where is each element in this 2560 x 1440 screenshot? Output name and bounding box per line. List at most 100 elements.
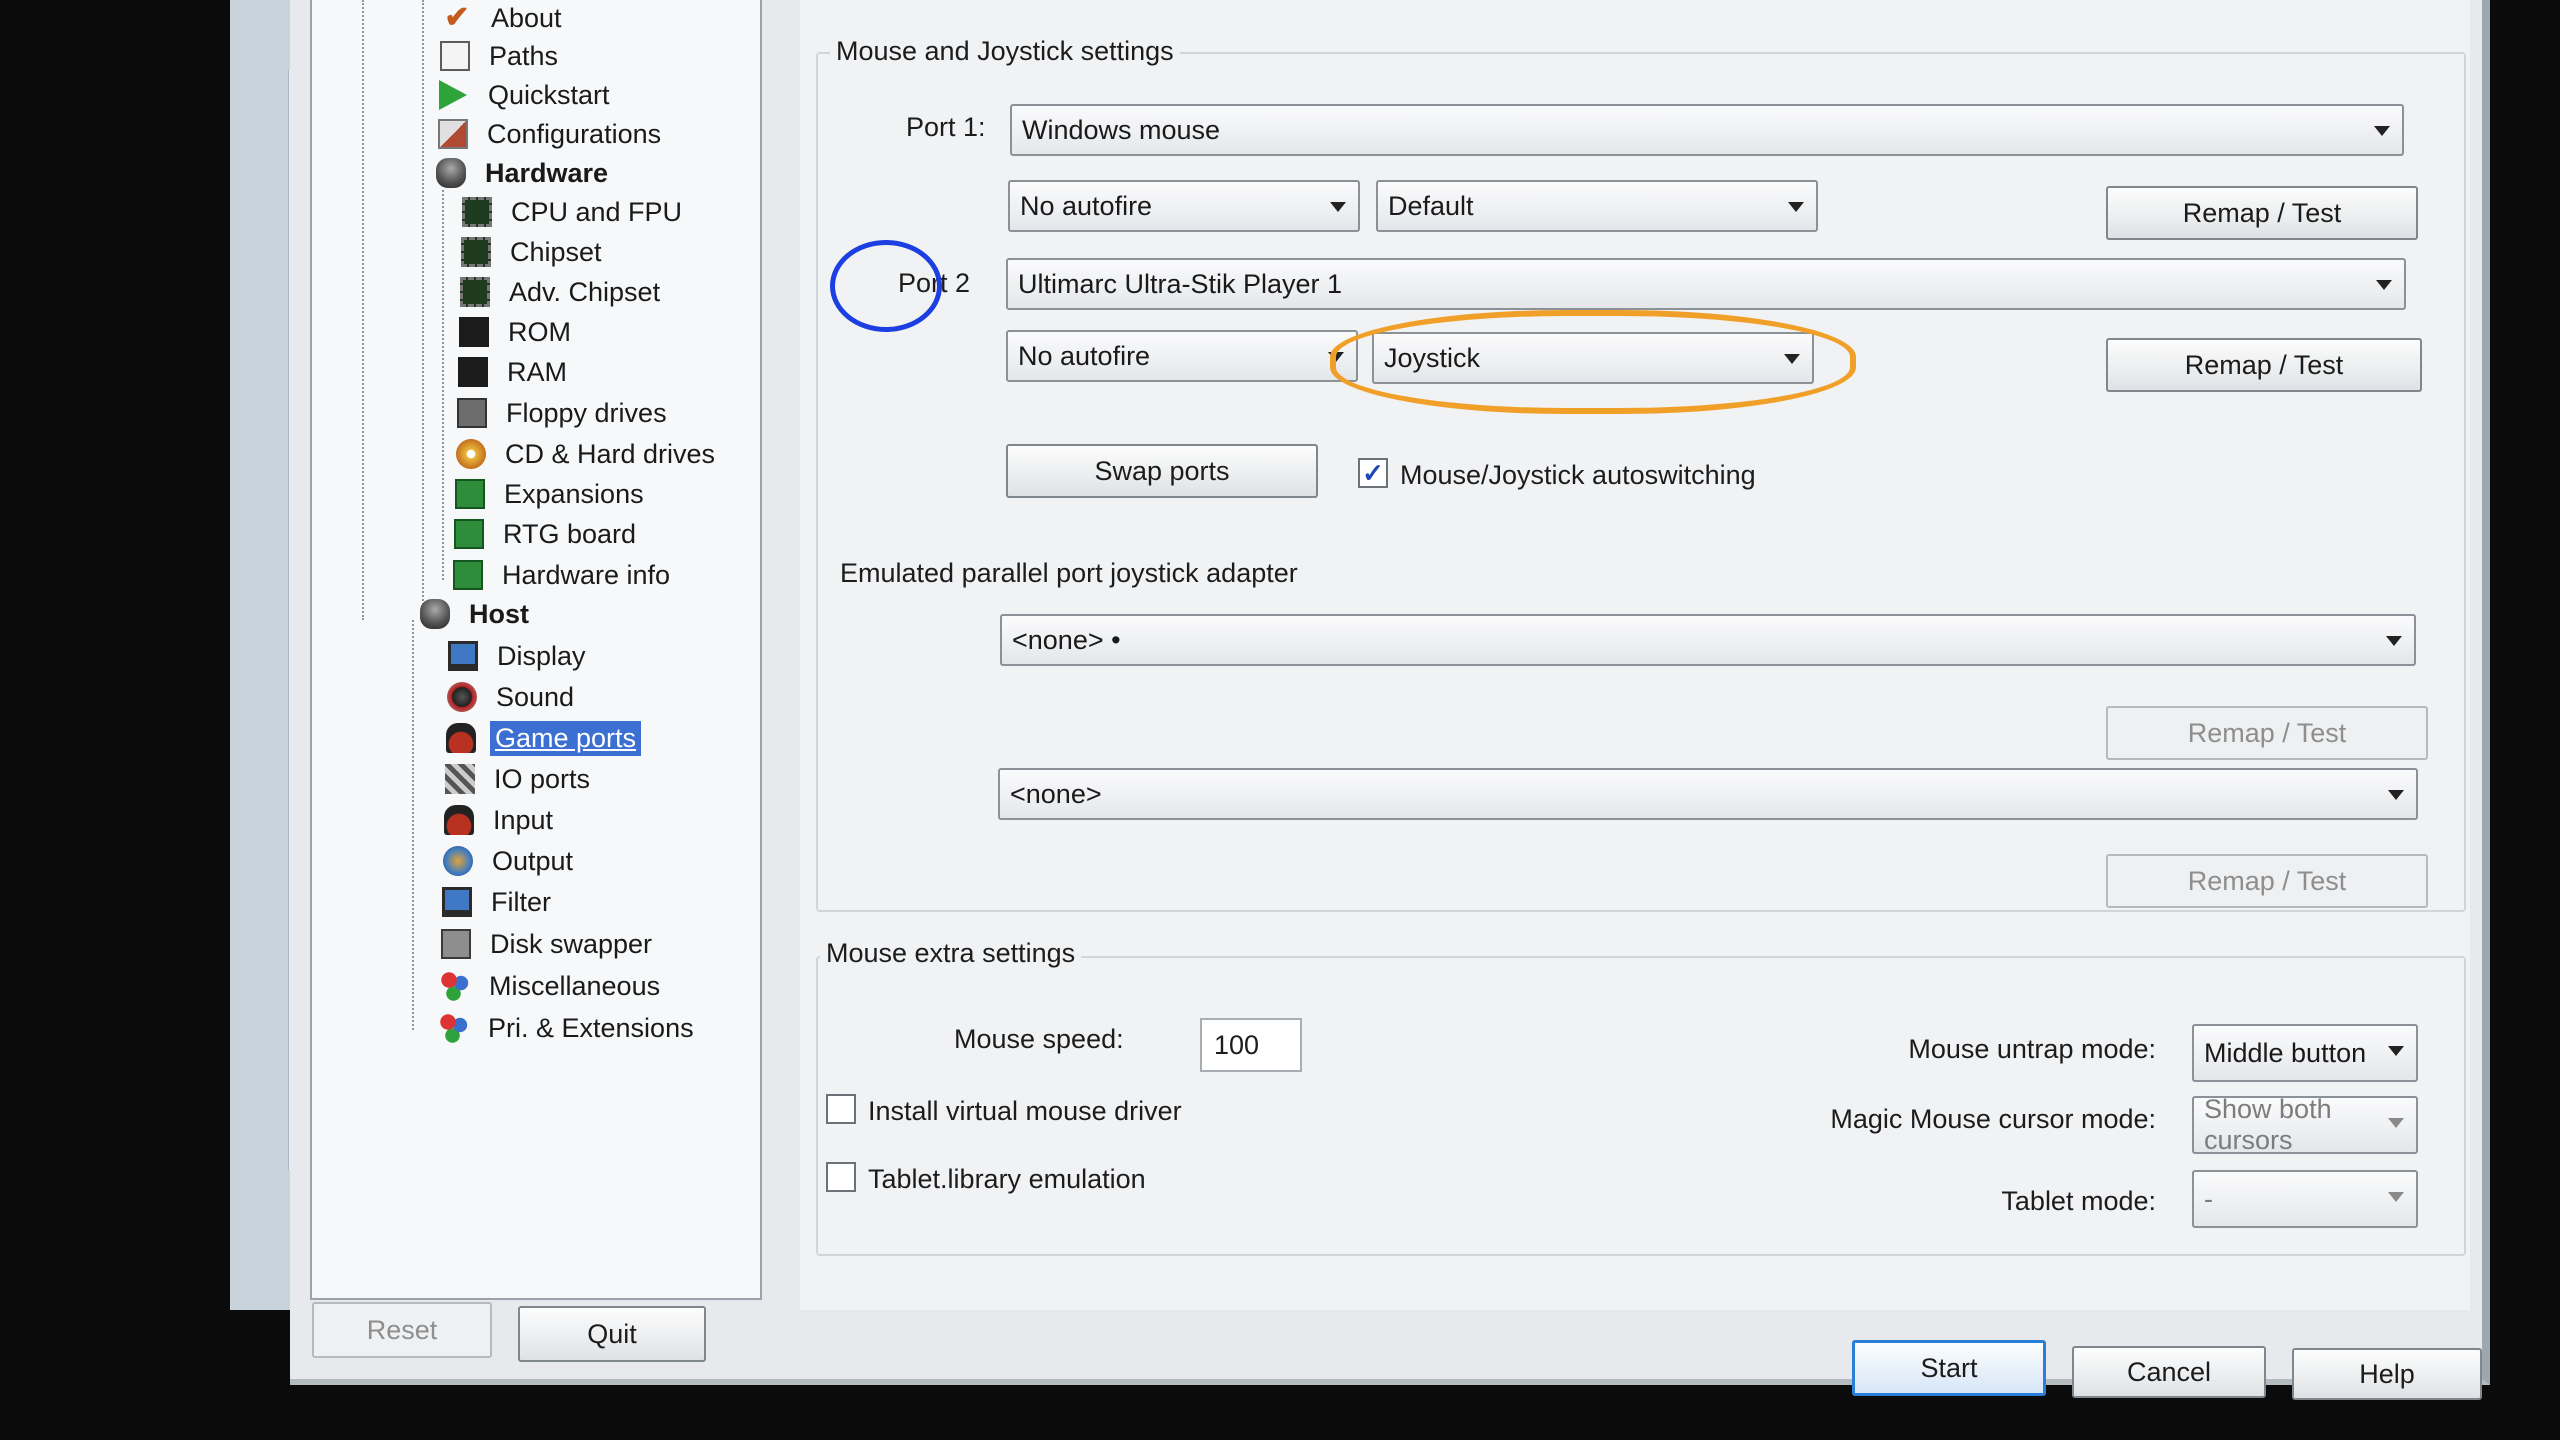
- tree-item-floppy[interactable]: Floppy drives: [457, 393, 672, 433]
- untrap-mode-value: Middle button: [2204, 1037, 2367, 1068]
- tree-item-quickstart[interactable]: Quickstart: [439, 75, 615, 115]
- document-icon: [440, 41, 470, 71]
- magic-mouse-select[interactable]: Show both cursors: [2192, 1094, 2418, 1155]
- chevron-down-icon: [2388, 1192, 2404, 1202]
- cancel-button[interactable]: Cancel: [2072, 1346, 2266, 1398]
- autoswitch-checkbox[interactable]: ✓: [1358, 458, 1388, 488]
- misc-icon: [440, 971, 470, 1001]
- swap-ports-button[interactable]: Swap ports: [1006, 444, 1318, 498]
- port2-autofire-select[interactable]: No autofire: [1006, 330, 1358, 382]
- tree-item-label: Game ports: [490, 720, 642, 756]
- tree-item-rom[interactable]: ROM: [459, 312, 576, 352]
- monitor-icon: [448, 641, 478, 671]
- tree-item-label: Display: [497, 640, 586, 671]
- chevron-down-icon: [1788, 202, 1804, 212]
- mouse-speed-label: Mouse speed:: [954, 1024, 1124, 1054]
- chevron-down-icon: [1330, 202, 1346, 212]
- mouse-speed-input[interactable]: 100: [1200, 1018, 1302, 1072]
- chevron-down-icon: [2376, 280, 2392, 290]
- port2-device-value: Ultimarc Ultra-Stik Player 1: [1018, 268, 1343, 299]
- port3-device-select[interactable]: <none> •: [1000, 614, 2416, 666]
- board-icon: [455, 479, 485, 509]
- config-icon: [438, 119, 468, 149]
- tree-connector: [422, 0, 424, 620]
- tree-item-label: CPU and FPU: [511, 196, 683, 227]
- tree-item-input[interactable]: Input: [444, 800, 558, 840]
- port4-remap-button[interactable]: Remap / Test: [2106, 854, 2428, 908]
- port3-device-value: <none> •: [1012, 624, 1121, 655]
- tree-item-label: Host: [469, 598, 529, 629]
- tree-item-io-ports[interactable]: IO ports: [445, 759, 595, 799]
- tree-item-label: Output: [492, 845, 574, 876]
- tree-item-cd-hd[interactable]: CD & Hard drives: [456, 434, 720, 474]
- chip-icon: [461, 237, 491, 267]
- tree-item-label: Hardware info: [502, 559, 671, 590]
- chevron-down-icon: [2388, 1046, 2404, 1056]
- tablet-mode-label: Tablet mode:: [2001, 1186, 2156, 1216]
- port2-device-select[interactable]: Ultimarc Ultra-Stik Player 1: [1006, 258, 2406, 310]
- tree-item-paths[interactable]: Paths: [440, 36, 563, 76]
- tree-item-cpu[interactable]: CPU and FPU: [462, 192, 687, 232]
- speaker-icon: [447, 682, 477, 712]
- tree-item-rtg[interactable]: RTG board: [454, 514, 641, 554]
- tree-item-configurations[interactable]: Configurations: [438, 114, 666, 154]
- tree-item-label: Configurations: [487, 118, 662, 149]
- autoswitch-label: Mouse/Joystick autoswitching: [1400, 460, 1756, 490]
- memory-icon: [459, 317, 489, 347]
- tree-item-filter[interactable]: Filter: [442, 882, 556, 922]
- tree-item-adv-chipset[interactable]: Adv. Chipset: [460, 272, 665, 312]
- tablet-emulation-checkbox[interactable]: [826, 1162, 856, 1192]
- tree-item-label: Input: [493, 804, 554, 835]
- tree-item-miscellaneous[interactable]: Miscellaneous: [440, 966, 665, 1006]
- tree-item-sound[interactable]: Sound: [447, 677, 579, 717]
- tree-item-label: Quickstart: [488, 79, 610, 110]
- port1-remap-button[interactable]: Remap / Test: [2106, 186, 2418, 240]
- untrap-mode-select[interactable]: Middle button: [2192, 1024, 2418, 1082]
- tree-item-label: Pri. & Extensions: [488, 1012, 694, 1043]
- tree-item-label: Paths: [489, 40, 559, 71]
- tree-item-disk-swapper[interactable]: Disk swapper: [441, 924, 657, 964]
- tree-item-game-ports[interactable]: Game ports: [446, 718, 642, 758]
- start-button[interactable]: Start: [1852, 1340, 2046, 1396]
- port1-autofire-select[interactable]: No autofire: [1008, 180, 1360, 232]
- tree-item-output[interactable]: Output: [443, 841, 578, 881]
- port1-mode-select[interactable]: Default: [1376, 180, 1818, 232]
- virtual-driver-checkbox[interactable]: [826, 1094, 856, 1124]
- chip-icon: [462, 197, 492, 227]
- mouse-joystick-title: Mouse and Joystick settings: [830, 36, 1180, 67]
- port1-device-select[interactable]: Windows mouse: [1010, 104, 2404, 156]
- tree-item-chipset[interactable]: Chipset: [461, 232, 607, 272]
- tree-item-label: Floppy drives: [506, 397, 667, 428]
- tree-item-about[interactable]: ✔ About: [442, 0, 567, 38]
- chevron-down-icon: [2388, 1118, 2404, 1128]
- tree-item-extensions[interactable]: Pri. & Extensions: [439, 1008, 699, 1048]
- output-icon: [443, 846, 473, 876]
- tree-item-label: CD & Hard drives: [505, 438, 716, 469]
- tree-item-hardware-info[interactable]: Hardware info: [453, 555, 675, 595]
- tree-item-label: Expansions: [504, 478, 644, 509]
- settings-window: ✔ About Paths Quickstart Configurations …: [290, 0, 2490, 1400]
- reset-button[interactable]: Reset: [312, 1302, 492, 1358]
- tablet-emulation-label: Tablet.library emulation: [868, 1164, 1146, 1194]
- port4-device-select[interactable]: <none>: [998, 768, 2418, 820]
- chevron-down-icon: [2374, 126, 2390, 136]
- tree-connector: [442, 190, 444, 580]
- quit-button[interactable]: Quit: [518, 1306, 706, 1362]
- tree-item-label: Adv. Chipset: [509, 276, 661, 307]
- port3-remap-button[interactable]: Remap / Test: [2106, 706, 2428, 760]
- tree-item-display[interactable]: Display: [448, 636, 591, 676]
- mouse-extra-title: Mouse extra settings: [820, 938, 1082, 969]
- memory-icon: [458, 357, 488, 387]
- tree-item-expansions[interactable]: Expansions: [455, 474, 649, 514]
- port1-label: Port 1:: [906, 112, 986, 142]
- check-icon: ✔: [444, 1, 470, 34]
- tree-item-label: RAM: [507, 356, 567, 387]
- help-button[interactable]: Help: [2292, 1348, 2482, 1400]
- port2-remap-button[interactable]: Remap / Test: [2106, 338, 2422, 392]
- tree-item-host[interactable]: Host: [420, 594, 534, 634]
- tree-item-hardware[interactable]: Hardware: [436, 153, 613, 193]
- tree-item-ram[interactable]: RAM: [458, 352, 572, 392]
- drum-icon: [436, 158, 466, 188]
- tablet-mode-select[interactable]: -: [2192, 1170, 2418, 1228]
- tree-connector: [412, 620, 414, 1030]
